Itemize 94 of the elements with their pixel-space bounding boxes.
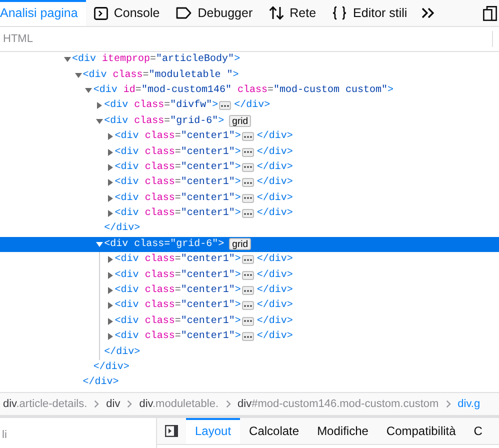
sidebar-tab[interactable]: C [464,418,482,444]
closing-tag: </div> [256,129,293,144]
sidebar-tab[interactable]: Compatibilità [377,418,465,444]
closing-tag: </div> [104,344,140,360]
expand-arrow-icon[interactable] [106,271,114,280]
closing-tag: </div> [104,221,140,236]
closing-tag: </div> [256,144,293,160]
collapse-arrow-icon[interactable] [96,240,104,248]
expand-arrow-icon[interactable] [106,302,114,310]
breadcrumb[interactable]: div.article-details. [0,396,88,412]
expand-arrow-icon[interactable] [106,332,114,341]
up-down-arrows-icon [268,6,284,20]
sidebar-tab[interactable]: Layout [186,418,240,444]
expand-arrow-icon[interactable] [106,210,114,218]
markup-line[interactable]: <div class="center1"> [114,314,241,329]
tool-tab[interactable]: Debugger [168,0,261,26]
collapse-arrow-icon[interactable] [64,56,71,64]
more-icon[interactable] [242,255,254,264]
selected-row[interactable]: <div class="grid-6"> grid [0,236,499,252]
tool-tab[interactable]: Editor stili [324,0,416,26]
collapse-arrow-icon[interactable] [74,71,82,80]
markup-line[interactable]: <div class="center1"> [114,160,241,175]
closing-tag: </div> [256,206,293,222]
closing-tag: </div> [234,98,270,114]
more-icon[interactable] [242,316,254,326]
expand-arrow-icon[interactable] [106,148,114,156]
closing-tag: </div> [256,298,293,314]
filter-text: li [1,429,7,441]
expand-arrow-icon[interactable] [106,286,114,295]
markup-line[interactable]: <div class="center1"> [114,206,241,222]
collapse-arrow-icon[interactable] [96,117,104,126]
more-icon[interactable] [242,301,254,310]
tool-tab[interactable]: Analisi pagina [0,0,86,26]
markup-line[interactable]: <div class="center1"> [114,329,241,344]
markup-line[interactable]: <div class="center1"> [114,129,241,144]
console-icon [94,6,108,20]
markup-line[interactable]: <div class="divfw"> [104,98,218,114]
panel-title: HTML [2,32,33,47]
more-icon[interactable] [242,194,254,203]
markup-line[interactable]: <div itemprop="articleBody"> [72,52,240,68]
tool-tab[interactable]: Rete [260,0,324,26]
more-icon[interactable] [242,286,254,296]
chevron-right-icon [226,400,231,408]
expand-arrow-icon[interactable] [96,102,104,110]
more-icon[interactable] [242,148,254,157]
closing-tag: </div> [256,314,293,329]
closing-tag: </div> [256,252,293,268]
expand-arrow-icon[interactable] [106,178,114,187]
more-icon[interactable] [242,270,254,280]
breadcrumb[interactable]: div#mod-custom146.mod-custom.custom [238,396,439,412]
chevron-right-icon [446,400,451,408]
chevron-right-icon [94,400,100,408]
closing-tag: </div> [256,283,293,298]
markup-line[interactable]: <div class="center1"> [114,283,241,298]
more-icon[interactable] [242,132,254,142]
closing-tag: </div> [82,375,119,390]
markup-line[interactable]: <div class="center1"> [114,190,241,206]
breadcrumb[interactable]: div [106,396,120,412]
markup-line[interactable]: <div class="center1"> [114,144,241,160]
sidebar-tab[interactable]: Calcolate [240,418,308,444]
tool-tab[interactable]: Console [86,0,168,26]
chevron-right-icon [127,400,132,408]
more-icon[interactable] [242,332,254,342]
grid-badge[interactable]: grid [229,115,252,128]
breadcrumb[interactable]: div.moduletable. [139,396,219,412]
more-icon[interactable] [242,162,254,172]
braces-icon [332,6,348,20]
closing-tag: </div> [256,329,293,344]
closing-tag: </div> [256,190,293,206]
closing-tag: </div> [93,360,130,375]
closing-tag: </div> [256,160,293,175]
more-icon[interactable] [242,178,254,188]
markup-line[interactable]: <div class="grid-6"> [104,236,224,252]
expand-arrow-icon[interactable] [106,256,114,264]
collapse-arrow-icon[interactable] [85,86,92,94]
markup-line[interactable]: <div class="grid-6"> [104,114,224,129]
dock-layout-icon[interactable] [483,6,497,21]
markup-line[interactable]: <div class="center1"> [114,175,241,190]
more-icon[interactable] [242,209,254,218]
markup-line[interactable]: <div id="mod-custom146" class="mod-custom custom"> [93,82,394,98]
sidebar-tab[interactable]: Modifiche [308,418,378,444]
expand-arrow-icon[interactable] [106,132,114,141]
closing-tag: </div> [256,268,293,283]
closing-tag: </div> [256,175,293,190]
markup-line[interactable]: <div class="center1"> [114,298,241,314]
expand-arrow-icon[interactable] [106,163,114,172]
expand-arrow-icon[interactable] [106,194,114,202]
more-icon[interactable] [219,101,232,110]
tag-icon [176,7,192,19]
markup-line[interactable]: <div class="center1"> [114,268,241,283]
expand-arrow-icon[interactable] [106,317,114,326]
grid-badge[interactable]: grid [229,238,252,250]
markup-line[interactable]: <div class="moduletable "> [82,68,239,83]
markup-line[interactable]: <div class="center1"> [114,252,241,268]
